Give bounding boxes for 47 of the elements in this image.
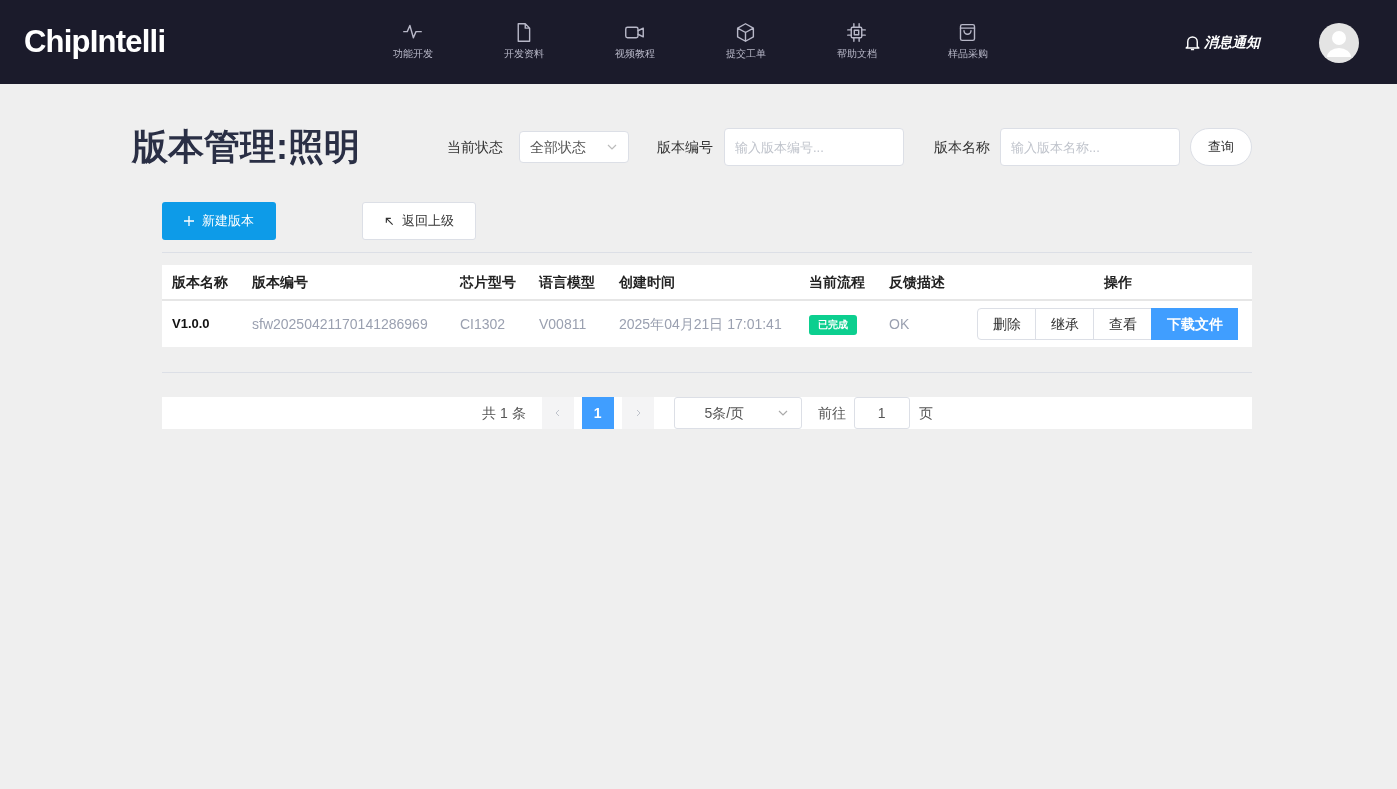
table-cell-text: V00811 — [539, 314, 588, 334]
shopping-bag-icon — [957, 22, 978, 43]
column-header: 创建时间 — [619, 272, 676, 292]
avatar[interactable] — [1319, 23, 1359, 63]
nav-item[interactable]: 视频教程 — [579, 22, 690, 59]
goto-page-input[interactable]: 1 — [853, 397, 910, 429]
action-button[interactable]: 删除 — [977, 308, 1036, 340]
action-button[interactable]: 继承 — [1035, 308, 1094, 340]
column-header: 操作 — [1102, 272, 1133, 292]
bell-icon — [1183, 33, 1202, 52]
filter-label: 版本名称 — [934, 137, 990, 157]
table-cell-text: OK — [889, 314, 911, 334]
back-button[interactable]: 返回上级 — [362, 202, 476, 240]
nav-item[interactable]: 样品采购 — [912, 22, 1023, 59]
plus-icon — [184, 216, 194, 226]
query-button[interactable]: 查询 — [1190, 128, 1252, 166]
version-name-input[interactable]: 输入版本名称... — [1000, 128, 1180, 166]
status-select[interactable]: 全部状态 — [519, 131, 629, 163]
table-cell-text: sfw20250421170141286969 — [252, 314, 429, 334]
nav-item[interactable]: 功能开发 — [357, 22, 468, 59]
logo[interactable]: ChipIntelli — [24, 18, 166, 66]
goto-label: 前往 — [817, 403, 846, 423]
table-cell-text: CI1302 — [460, 314, 507, 334]
version-number-input[interactable]: 输入版本编号... — [724, 128, 904, 166]
page-title: 版本管理:照明 — [132, 129, 360, 165]
column-header: 语言模型 — [539, 272, 596, 292]
arrow-up-left-icon — [384, 216, 394, 226]
column-header: 当前流程 — [809, 272, 866, 292]
total-count: 共 1 条 — [482, 403, 526, 423]
nav-item[interactable]: 帮助文档 — [801, 22, 912, 59]
page-size-select[interactable]: 5条/页 — [673, 397, 802, 429]
status-badge: 已完成 — [809, 315, 857, 335]
column-header: 反馈描述 — [889, 272, 946, 292]
notification-link[interactable]: 消息通知 — [1183, 32, 1260, 53]
column-header: 版本编号 — [252, 272, 309, 292]
column-header: 芯片型号 — [460, 272, 517, 292]
chip-icon — [846, 22, 867, 43]
nav-item[interactable]: 提交工单 — [690, 22, 801, 59]
cube-icon — [735, 22, 756, 43]
table-cell-text: V1.0.0 — [172, 315, 211, 334]
filter-label: 当前状态 — [447, 137, 503, 157]
filter-label: 版本编号 — [657, 137, 713, 157]
table-cell-text: 2025年04月21日 17:01:41 — [619, 314, 783, 334]
column-header: 版本名称 — [172, 272, 229, 292]
page-suffix: 页 — [918, 403, 933, 423]
nav-item[interactable]: 开发资料 — [468, 22, 579, 59]
action-button[interactable]: 查看 — [1093, 308, 1152, 340]
